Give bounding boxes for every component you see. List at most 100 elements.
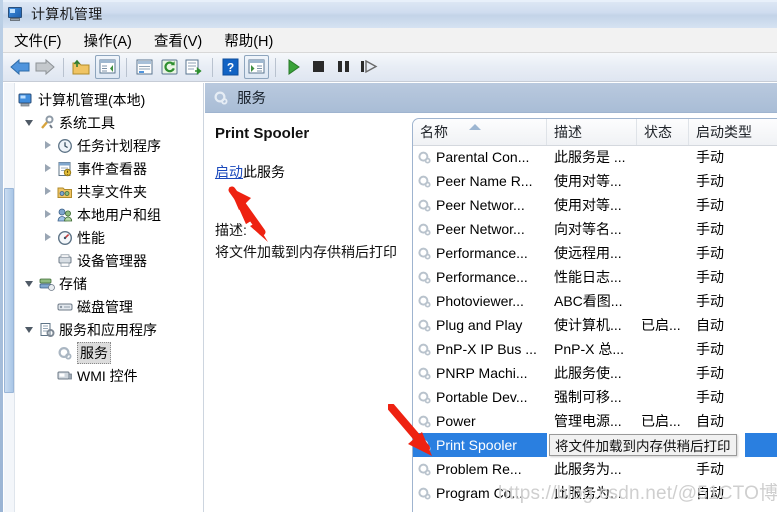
cell-startup-type: 手动	[696, 461, 724, 477]
tree-item-disk-management[interactable]: 磁盘管理	[14, 295, 202, 318]
cell-status	[637, 337, 689, 361]
column-header-description[interactable]: 描述	[547, 119, 637, 145]
stop-service-button[interactable]	[307, 56, 330, 78]
table-row[interactable]: PNRP Machi... 此服务使... 手动	[413, 361, 777, 385]
tree-item-local-users-groups[interactable]: 本地用户和组	[14, 203, 202, 226]
tree-scrollbar-thumb[interactable]	[4, 188, 14, 393]
table-row[interactable]: Peer Networ... 使用对等... 手动	[413, 193, 777, 217]
window-border-top	[0, 0, 777, 2]
storage-icon	[39, 276, 55, 292]
table-row[interactable]: Photoviewer... ABC看图... 手动	[413, 289, 777, 313]
tree-item-services-and-applications[interactable]: 服务和应用程序	[14, 318, 202, 341]
cell-description: 使计算机...	[554, 317, 622, 333]
cell-status: 已启...	[641, 413, 681, 429]
show-hide-console-tree-button[interactable]	[95, 55, 120, 79]
toolbar: ?	[3, 53, 777, 82]
cell-description: 使用对等...	[554, 173, 622, 189]
computer-icon	[18, 92, 34, 108]
tree-label: WMI 控件	[77, 367, 138, 384]
table-row[interactable]: Problem Re... 此服务为... 手动	[413, 457, 777, 481]
restart-service-button[interactable]	[357, 56, 380, 78]
chevron-right-icon[interactable]	[42, 162, 55, 175]
table-row[interactable]: Performance... 性能日志... 手动	[413, 265, 777, 289]
tree-item-task-scheduler[interactable]: 任务计划程序	[14, 134, 202, 157]
help-button[interactable]: ?	[219, 56, 242, 78]
forward-button[interactable]	[34, 56, 57, 78]
table-row[interactable]: Portable Dev... 强制可移... 手动	[413, 385, 777, 409]
tree-label: 任务计划程序	[77, 137, 161, 154]
tree-item-services[interactable]: 服务	[14, 341, 202, 364]
column-header-status[interactable]: 状态	[637, 119, 689, 145]
tree-item-computer-management-local[interactable]: 计算机管理(本地)	[14, 88, 202, 111]
column-header-name[interactable]: 名称	[413, 119, 547, 145]
tree-label: 计算机管理(本地)	[38, 91, 146, 108]
table-row[interactable]: Plug and Play 使计算机... 已启... 自动	[413, 313, 777, 337]
service-gear-icon	[417, 390, 432, 405]
tree-label: 共享文件夹	[77, 183, 147, 200]
column-header-label: 名称	[420, 124, 448, 140]
cell-name: Problem Re...	[413, 457, 547, 481]
service-gear-icon	[417, 486, 432, 501]
chevron-down-icon[interactable]	[24, 116, 37, 129]
export-list-button[interactable]	[183, 56, 206, 78]
tree-item-storage[interactable]: 存储	[14, 272, 202, 295]
table-row[interactable]: Program Co... 此服务为... 自动	[413, 481, 777, 505]
tree-label: 事件查看器	[77, 160, 147, 177]
table-row[interactable]: PnP-X IP Bus ... PnP-X 总... 手动	[413, 337, 777, 361]
refresh-button[interactable]	[158, 56, 181, 78]
disk-management-icon	[57, 299, 73, 315]
chevron-right-icon[interactable]	[42, 208, 55, 221]
tree-item-event-viewer[interactable]: 事件查看器	[14, 157, 202, 180]
event-viewer-icon	[57, 161, 73, 177]
cell-description: ABC看图...	[554, 293, 623, 309]
wmi-control-icon	[57, 368, 73, 384]
table-row[interactable]: Power 管理电源... 已启... 自动	[413, 409, 777, 433]
pause-service-button[interactable]	[332, 56, 355, 78]
table-row[interactable]: Peer Networ... 向对等名... 手动	[413, 217, 777, 241]
cell-name: Photoviewer...	[413, 289, 547, 313]
start-service-button[interactable]	[282, 56, 305, 78]
cell-startup-type: 手动	[696, 245, 724, 261]
menu-action[interactable]: 操作(A)	[73, 28, 143, 53]
service-gear-icon	[417, 174, 432, 189]
cell-description: 强制可移...	[554, 389, 622, 405]
menu-file[interactable]: 文件(F)	[3, 28, 73, 53]
properties-button[interactable]	[133, 56, 156, 78]
menu-help[interactable]: 帮助(H)	[213, 28, 284, 53]
list-header-row: 名称 描述 状态 启动类型	[413, 119, 777, 146]
tree-item-system-tools[interactable]: 系统工具	[14, 111, 202, 134]
table-row[interactable]: Performance... 使远程用... 手动	[413, 241, 777, 265]
cell-description: 使用对等...	[554, 197, 622, 213]
cell-name: Peer Name R...	[413, 169, 547, 193]
table-row-selected[interactable]: Print Spooler 将文件加载到内存供稍后打印	[413, 433, 777, 457]
tree-label: 本地用户和组	[77, 206, 161, 223]
cell-startup-type: 手动	[696, 389, 724, 405]
back-button[interactable]	[9, 56, 32, 78]
tree-label: 存储	[59, 275, 87, 292]
toolbar-separator	[275, 57, 276, 77]
cell-name: Performance...	[413, 241, 547, 265]
table-row[interactable]: Peer Name R... 使用对等... 手动	[413, 169, 777, 193]
chevron-right-icon[interactable]	[42, 231, 55, 244]
up-folder-button[interactable]	[70, 56, 93, 78]
tree-item-performance[interactable]: 性能	[14, 226, 202, 249]
cell-description: 管理电源...	[554, 413, 622, 429]
computer-management-window: 计算机管理 文件(F) 操作(A) 查看(V) 帮助(H) ? 计算机管理(本地…	[0, 0, 777, 512]
chevron-down-icon[interactable]	[24, 323, 37, 336]
cell-status	[637, 217, 689, 241]
services-list-rows: Parental Con... 此服务是 ... 手动 Peer Name R.…	[413, 145, 777, 505]
chevron-right-icon[interactable]	[42, 139, 55, 152]
cell-startup-type: 手动	[696, 197, 724, 213]
tree-item-device-manager[interactable]: 设备管理器	[14, 249, 202, 272]
cell-status	[637, 241, 689, 265]
show-action-pane-button[interactable]	[244, 55, 269, 79]
column-header-startup-type[interactable]: 启动类型	[689, 119, 777, 145]
tree-item-wmi-control[interactable]: WMI 控件	[14, 364, 202, 387]
table-row[interactable]: Parental Con... 此服务是 ... 手动	[413, 145, 777, 169]
tree-item-shared-folders[interactable]: 共享文件夹	[14, 180, 202, 203]
start-service-link[interactable]: 启动	[215, 164, 243, 180]
chevron-down-icon[interactable]	[24, 277, 37, 290]
cell-status	[637, 289, 689, 313]
chevron-right-icon[interactable]	[42, 185, 55, 198]
menu-view[interactable]: 查看(V)	[143, 28, 213, 53]
